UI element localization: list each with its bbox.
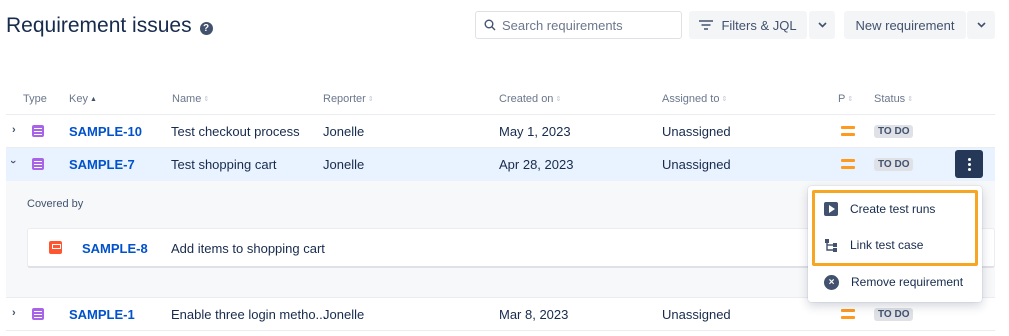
column-assigned[interactable]: Assigned to ⇕ [662,93,727,105]
column-name[interactable]: Name ⇕ [172,93,209,105]
column-created[interactable]: Created on ⇕ [499,93,561,105]
sort-icon: ⇕ [907,96,914,103]
filters-dropdown-button[interactable] [809,11,835,39]
issue-name: Test checkout process [171,124,300,139]
status-badge: TO DO [874,158,914,171]
created-date: Mar 8, 2023 [499,307,569,322]
test-key-link[interactable]: SAMPLE-8 [82,241,148,256]
issue-name: Enable three login metho... [171,307,327,322]
chevron-down-icon [976,22,986,28]
chevron-down-icon[interactable]: › [7,160,19,164]
help-icon[interactable]: ? [199,21,213,35]
column-type-label: Type [23,93,47,105]
search-icon [484,19,496,31]
sort-icon: ⇕ [721,96,728,103]
status-badge: TO DO [874,125,914,138]
priority-medium-icon [841,126,855,136]
requirement-icon [32,308,44,320]
column-status[interactable]: Status ⇕ [874,93,913,105]
column-priority-label: P [838,93,846,105]
requirement-icon [32,158,44,170]
highlight-annotation [812,190,978,266]
issue-name: Test shopping cart [171,157,277,172]
requirement-icon [32,125,44,137]
assignee: Unassigned [662,157,731,172]
column-status-label: Status [874,93,906,105]
row-divider [6,330,995,331]
sort-asc-icon: ▲ [89,95,97,103]
created-date: May 1, 2023 [499,124,571,139]
sort-icon: ⇕ [555,96,562,103]
priority-medium-icon [841,309,855,319]
column-assigned-label: Assigned to [662,93,720,105]
covered-by-label: Covered by [27,198,84,210]
issue-key-link[interactable]: SAMPLE-7 [69,157,135,172]
reporter: Jonelle [323,124,365,139]
created-date: Apr 28, 2023 [499,157,574,172]
column-key[interactable]: Key ▲ [69,93,97,105]
column-type: Type [23,93,47,105]
sort-icon: ⇕ [367,96,374,103]
search-input[interactable] [502,17,672,33]
sort-icon: ⇕ [203,96,210,103]
chevron-down-icon [817,22,827,28]
test-name: Add items to shopping cart [171,241,325,256]
column-priority[interactable]: P ⇕ [838,93,853,105]
search-box[interactable] [475,11,682,39]
menu-item-remove-requirement[interactable]: × Remove requirement [808,265,982,299]
column-reporter[interactable]: Reporter ⇕ [323,93,374,105]
menu-item-label: Remove requirement [851,275,964,289]
status-badge: TO DO [874,308,914,321]
chevron-right-icon[interactable]: › [12,307,16,319]
priority-medium-icon [841,159,855,169]
page-title-text: Requirement issues [6,14,192,37]
assignee: Unassigned [662,124,731,139]
reporter: Jonelle [323,157,365,172]
sort-icon: ⇕ [847,96,854,103]
remove-icon: × [824,274,839,290]
page-title: Requirement issues ? [6,14,213,38]
new-requirement-button[interactable]: New requirement [844,11,966,39]
column-name-label: Name [172,93,202,105]
more-actions-button[interactable] [955,150,983,178]
column-created-label: Created on [499,93,554,105]
reporter: Jonelle [323,307,365,322]
filters-button[interactable]: Filters & JQL [689,11,807,39]
filters-label: Filters & JQL [721,17,797,33]
column-reporter-label: Reporter [323,93,366,105]
chevron-right-icon[interactable]: › [12,124,16,136]
issue-key-link[interactable]: SAMPLE-1 [69,307,135,322]
assignee: Unassigned [662,307,731,322]
issue-key-link[interactable]: SAMPLE-10 [69,124,142,139]
new-requirement-dropdown-button[interactable] [967,11,995,39]
filter-icon [699,20,714,30]
test-case-icon [49,241,62,254]
column-key-label: Key [69,93,88,105]
